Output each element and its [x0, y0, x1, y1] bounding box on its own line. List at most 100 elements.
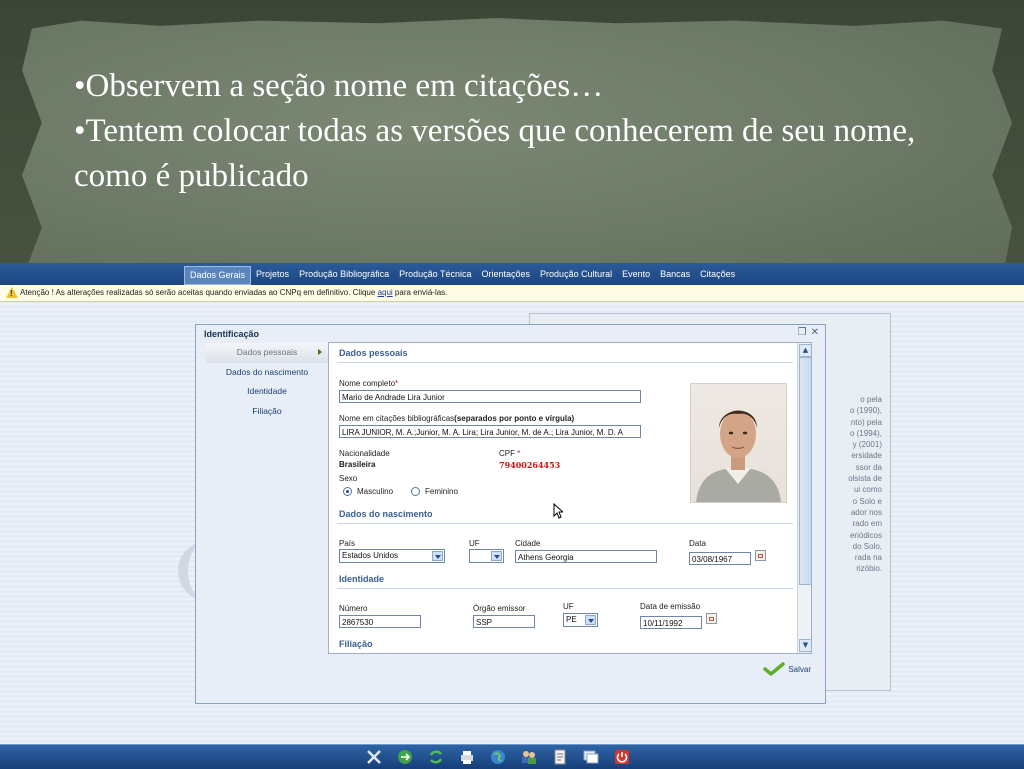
- bg-line: rado em: [852, 519, 882, 529]
- cidade-input[interactable]: Athens Georgia: [515, 550, 657, 563]
- numero-input[interactable]: 2867530: [339, 615, 421, 628]
- nome-completo-input[interactable]: Mario de Andrade Lira Junior: [339, 390, 641, 403]
- bg-line: nto) pela: [850, 417, 882, 427]
- pais-selected: Estados Unidos: [342, 551, 399, 560]
- radio-feminino[interactable]: [411, 487, 420, 496]
- section-divider: [337, 588, 793, 589]
- scroll-up-icon[interactable]: ▲: [799, 344, 811, 357]
- dialog-sidenav: Dados pessoais Dados do nascimento Ident…: [206, 343, 328, 421]
- app-window: Dados Gerais Projetos Produção Bibliográ…: [0, 263, 1024, 768]
- warning-text: Atenção ! As alterações realizadas só se…: [20, 285, 447, 301]
- warning-message: Atenção ! As alterações realizadas só se…: [20, 288, 376, 297]
- data-emissao-input[interactable]: 10/11/1992: [640, 616, 702, 629]
- scroll-thumb[interactable]: [799, 357, 811, 585]
- sidenav-dados-pessoais[interactable]: Dados pessoais: [206, 343, 328, 363]
- menu-evento[interactable]: Evento: [617, 266, 655, 285]
- menu-bancas[interactable]: Bancas: [655, 266, 695, 285]
- pais-select[interactable]: Estados Unidos: [339, 549, 445, 563]
- slide-bullet-2: •Tentem colocar todas as versões que con…: [74, 113, 916, 194]
- numero-label: Número: [339, 604, 368, 613]
- identificacao-form: Dados pessoais Nome completo* Mario de A…: [328, 342, 812, 654]
- section-divider: [337, 362, 793, 363]
- bg-line: o Solo e: [852, 496, 882, 506]
- cidade-label: Cidade: [515, 539, 541, 548]
- orgao-emissor-input[interactable]: SSP: [473, 615, 535, 628]
- nacionalidade-label: Nacionalidade: [339, 449, 390, 458]
- menu-orientacoes[interactable]: Orientações: [477, 266, 536, 285]
- bg-line: y (2001): [852, 440, 882, 450]
- radio-masculino[interactable]: [343, 487, 352, 496]
- uf-identidade-selected: PE: [566, 615, 577, 624]
- section-dados-pessoais: Dados pessoais: [339, 348, 408, 358]
- data-nascimento-input[interactable]: 03/08/1967: [689, 552, 751, 565]
- dialog-window-buttons: ❐ ✕: [798, 328, 819, 338]
- menu-citacoes[interactable]: Citações: [695, 266, 740, 285]
- sidenav-filiacao[interactable]: Filiação: [206, 402, 328, 422]
- restore-icon[interactable]: ❐: [798, 328, 807, 338]
- chevron-down-icon: [585, 615, 596, 625]
- sexo-label: Sexo: [339, 474, 358, 483]
- refresh-icon[interactable]: [426, 747, 446, 767]
- uf-identidade-label: UF: [563, 602, 574, 611]
- background-panel-text: o pela o (1990), nto) pela o (1994), y (…: [820, 394, 882, 575]
- uf-identidade-select[interactable]: PE: [563, 613, 598, 627]
- masculino-label: Masculino: [357, 487, 394, 496]
- bg-line: do Solo,: [852, 541, 882, 551]
- calendar-icon[interactable]: [706, 613, 717, 624]
- bg-line: ui como: [853, 485, 882, 495]
- users-icon[interactable]: [519, 747, 539, 767]
- slide-bullet-1: •Observem a seção nome em citações…: [74, 68, 604, 104]
- warning-send-link[interactable]: aqui: [378, 288, 393, 297]
- dialog-title: Identificação: [204, 329, 260, 339]
- save-button[interactable]: Salvar: [763, 662, 811, 676]
- power-icon[interactable]: [612, 747, 632, 767]
- printer-icon[interactable]: [457, 747, 477, 767]
- bg-line: o pela: [860, 395, 882, 404]
- data-emissao-label: Data de emissão: [640, 602, 701, 611]
- menu-producao-bibliografica[interactable]: Produção Bibliográfica: [294, 266, 394, 285]
- nome-completo-label: Nome completo*: [339, 379, 399, 388]
- close-icon[interactable]: ✕: [811, 328, 819, 338]
- bg-line: eriódicos: [849, 530, 882, 540]
- form-scrollbar[interactable]: ▲ ▼: [797, 343, 811, 653]
- mouse-cursor-icon: [553, 503, 563, 519]
- main-menu: Dados Gerais Projetos Produção Bibliográ…: [184, 266, 740, 285]
- section-dados-nascimento: Dados do nascimento: [339, 509, 433, 519]
- cpf-label: CPF *: [499, 449, 521, 458]
- sidenav-identidade[interactable]: Identidade: [206, 382, 328, 402]
- sidenav-dados-nascimento[interactable]: Dados do nascimento: [206, 363, 328, 383]
- calendar-icon[interactable]: [755, 550, 766, 561]
- tools-icon[interactable]: [364, 747, 384, 767]
- cpf-value: 79400264453: [499, 460, 561, 470]
- globe-arrow-icon[interactable]: [395, 747, 415, 767]
- portrait-image: [696, 410, 781, 502]
- nome-citacoes-input[interactable]: LIRA JUNIOR, M. A.;Junior, M. A. Lira; L…: [339, 425, 641, 438]
- profile-photo: [690, 383, 787, 503]
- checkmark-icon: [763, 662, 786, 676]
- save-label: Salvar: [788, 664, 811, 674]
- nome-citacoes-label: Nome em citações bibliográficas(separado…: [339, 414, 575, 423]
- bg-line: ador nos: [850, 507, 882, 517]
- chevron-down-icon: [491, 551, 502, 561]
- feminino-label: Feminino: [425, 487, 458, 496]
- menu-projetos[interactable]: Projetos: [251, 266, 294, 285]
- bg-line: ersidade: [851, 451, 882, 461]
- world-icon[interactable]: [488, 747, 508, 767]
- warning-bar: ! Atenção ! As alterações realizadas só …: [0, 285, 1024, 302]
- identificacao-dialog: Identificação ❐ ✕ Dados pessoais Dados d…: [195, 324, 826, 704]
- taskbar-icons: [364, 747, 632, 767]
- menu-producao-cultural[interactable]: Produção Cultural: [535, 266, 617, 285]
- bg-line: ssor da: [855, 462, 882, 472]
- menu-dados-gerais[interactable]: Dados Gerais: [184, 266, 252, 285]
- section-identidade: Identidade: [339, 574, 385, 584]
- menu-producao-tecnica[interactable]: Produção Técnica: [394, 266, 476, 285]
- scroll-down-icon[interactable]: ▼: [799, 639, 811, 652]
- top-menubar: Dados Gerais Projetos Produção Bibliográ…: [0, 263, 1024, 286]
- document-icon[interactable]: [550, 747, 570, 767]
- pais-label: País: [339, 539, 356, 548]
- bg-line: olsista de: [848, 474, 882, 484]
- bg-line: rada na: [854, 553, 882, 563]
- uf-nascimento-select[interactable]: [469, 549, 504, 563]
- bg-line: o (1990),: [849, 406, 882, 416]
- windows-icon[interactable]: [581, 747, 601, 767]
